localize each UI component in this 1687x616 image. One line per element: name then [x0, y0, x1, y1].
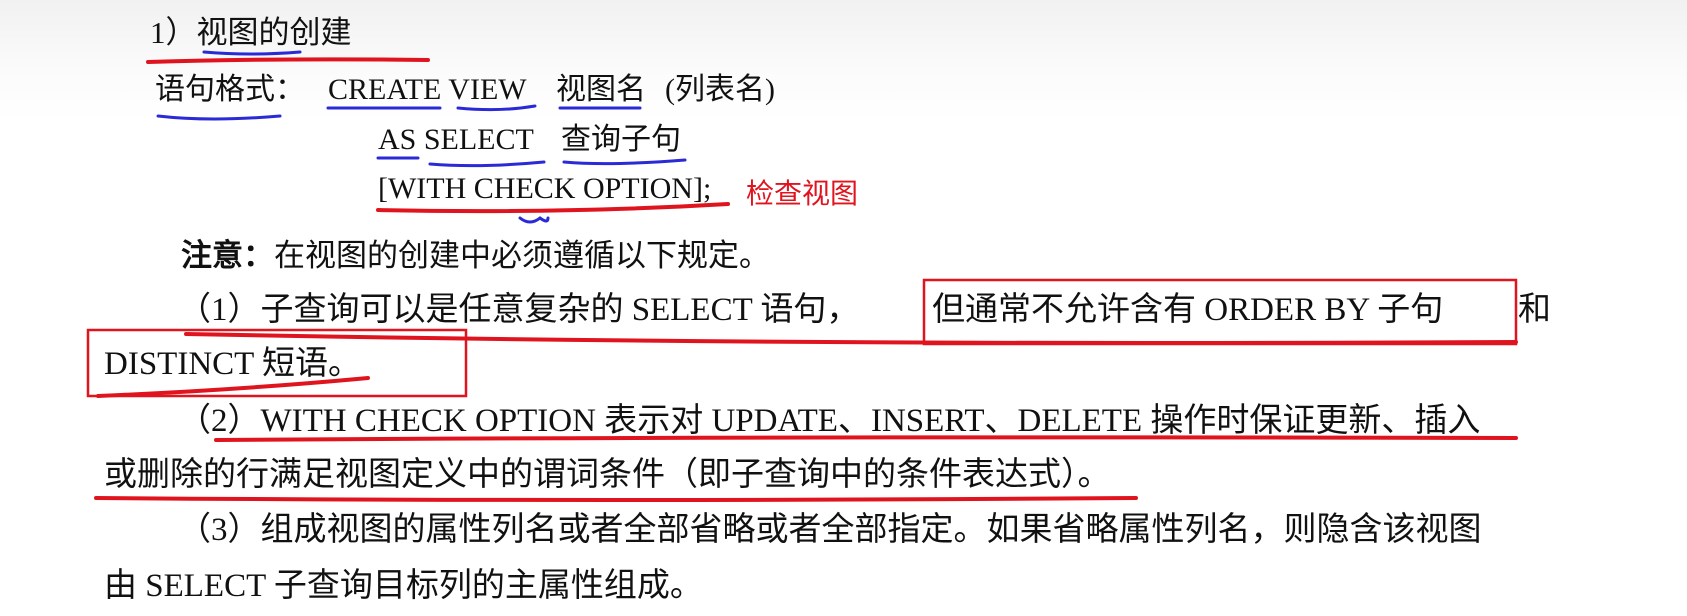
- blue-underline-label: [156, 114, 282, 121]
- rule-2-line-1: （2）WITH CHECK OPTION 表示对 UPDATE、INSERT、D…: [178, 403, 1481, 439]
- section-heading: 1）视图的创建: [150, 15, 352, 50]
- with-check-option-clause: [WITH CHECK OPTION];: [378, 172, 712, 205]
- blue-underline-select: [428, 160, 546, 168]
- syntax-label: 语句格式：: [155, 73, 305, 106]
- red-underline-rule-2-line-2: [94, 496, 1138, 502]
- rule-1-line-1a: （1）子查询可以是任意复杂的 SELECT 语句，: [178, 292, 860, 328]
- blue-underline-heading: [202, 50, 302, 56]
- rule-3-line-1: （3）组成视图的属性列名或者全部省略或者全部指定。如果省略属性列名，则隐含该视图: [178, 512, 1482, 548]
- rule-2-line-2: 或删除的行满足视图定义中的谓词条件（即子查询中的条件表达式）。: [104, 457, 1111, 493]
- blue-underline-view: [456, 104, 537, 112]
- view-name-placeholder: 视图名: [556, 73, 646, 106]
- rule-3-line-2: 由 SELECT 子查询目标列的主属性组成。: [104, 568, 703, 604]
- create-view-keyword: CREATE VIEW: [328, 73, 527, 106]
- red-underline-rule-1: [184, 332, 1518, 345]
- blue-underline-subquery: [562, 158, 687, 166]
- note-label: 注意：: [181, 238, 274, 273]
- column-list-placeholder: (列表名): [665, 73, 775, 106]
- rule-1-line-1c: 和: [1518, 292, 1551, 328]
- rule-1-line-2: DISTINCT 短语。: [104, 346, 361, 382]
- note-text: 在视图的创建中必须遵循以下规定。: [274, 238, 770, 273]
- rule-1-line-1b: 但通常不允许含有 ORDER BY 子句: [932, 292, 1444, 328]
- annotation-check-view: 检查视图: [746, 178, 859, 209]
- query-clause-placeholder: 查询子句: [561, 123, 681, 156]
- as-select-keyword: AS SELECT: [378, 123, 534, 156]
- note-line: 注意：在视图的创建中必须遵循以下规定。: [181, 240, 770, 271]
- blue-squiggle-check: [518, 216, 550, 224]
- red-underline-heading: [146, 57, 430, 64]
- red-underline-with-check: [376, 202, 730, 214]
